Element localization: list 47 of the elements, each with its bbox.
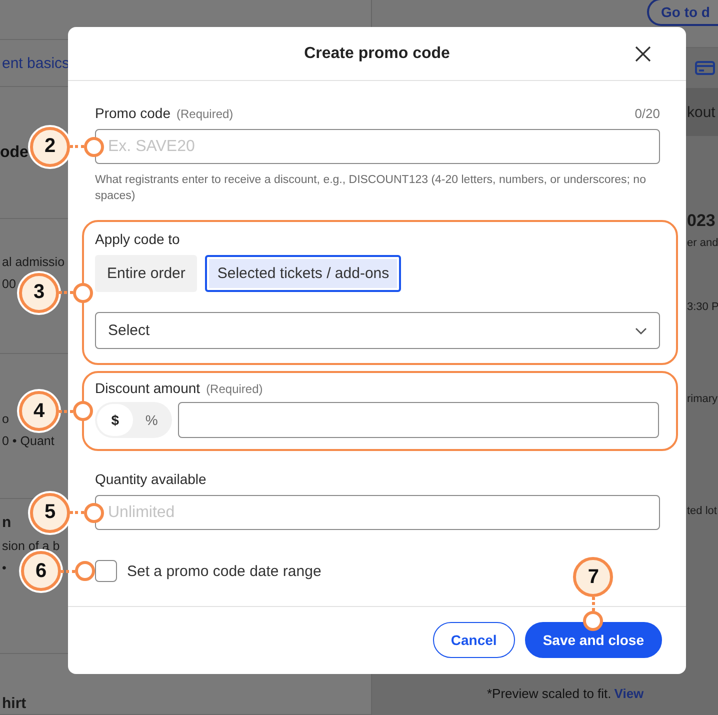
helper-text: What registrants enter to receive a discount, e.g., DISCOUNT123 (4-20 letters, numbers, or underscores; no spaces) xyxy=(95,173,647,204)
option-button[interactable]: Selected tickets / add-ons xyxy=(205,255,402,292)
dialog-title: Create promo code xyxy=(304,44,450,62)
quantity-field[interactable]: Unlimited xyxy=(95,495,660,530)
item-text: • xyxy=(2,560,6,574)
credit-card-icon[interactable] xyxy=(695,60,715,76)
callout-number: 4 xyxy=(19,391,59,431)
anchor-ring xyxy=(84,136,104,156)
page-heading: ode xyxy=(0,144,28,162)
field-label: Promo code xyxy=(95,105,170,121)
anchor-ring xyxy=(75,561,95,581)
option-button[interactable]: Entire order xyxy=(95,255,198,292)
item-title: 023 xyxy=(687,211,716,231)
required-note: (Required) xyxy=(176,107,234,121)
save-button[interactable]: Save and close xyxy=(524,622,662,658)
character-counter: 0/20 xyxy=(634,106,660,121)
callout-number: 3 xyxy=(19,272,59,312)
cancel-button[interactable]: Cancel xyxy=(432,622,515,658)
required-note: (Required) xyxy=(206,382,263,396)
select-dropdown[interactable]: Select xyxy=(95,312,660,349)
item-title: hirt xyxy=(2,695,26,712)
callout-number: 2 xyxy=(30,126,70,166)
item-text: 00 xyxy=(2,277,16,291)
amount-field[interactable] xyxy=(178,402,659,438)
item-text: er and xyxy=(687,237,718,249)
item-title: n xyxy=(2,514,12,530)
anchor-ring xyxy=(583,611,604,631)
item-text: o xyxy=(2,412,9,426)
item-text: 3:30 P xyxy=(687,301,718,313)
item-text: rimary xyxy=(687,393,718,405)
callout-number: 7 xyxy=(573,557,614,597)
anchor-ring xyxy=(84,502,104,522)
preview-note: *Preview scaled to fit. xyxy=(487,686,612,701)
field-label: Apply code to xyxy=(95,231,180,247)
item-text: 0 • Quant xyxy=(2,434,54,448)
checkbox-label: Set a promo code date range xyxy=(127,562,322,580)
callout-number: 5 xyxy=(30,492,70,532)
promo-code-field[interactable]: Ex. SAVE20 xyxy=(95,129,660,164)
field-label: Quantity available xyxy=(95,471,206,487)
unit-toggle[interactable]: $ % xyxy=(95,402,172,438)
close-icon[interactable] xyxy=(634,45,652,63)
chevron-down-icon xyxy=(635,326,647,334)
field-label: Discount amount xyxy=(95,380,200,396)
checkbox[interactable] xyxy=(95,560,117,582)
item-text: ted lot xyxy=(687,505,718,517)
item-text: al admissio xyxy=(2,255,65,269)
callout-number: 6 xyxy=(21,551,61,591)
